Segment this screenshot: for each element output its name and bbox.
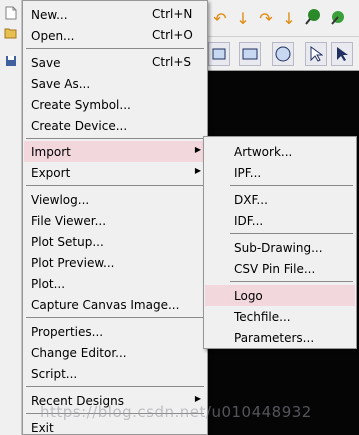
menu-item-label: File Viewer... bbox=[31, 213, 107, 228]
menu-item-label: Save bbox=[31, 55, 61, 70]
pushpin-icon[interactable] bbox=[302, 8, 324, 31]
menu-item-label: Capture Canvas Image... bbox=[31, 297, 180, 312]
import-submenu: Artwork... IPF... DXF... IDF... Sub-Draw… bbox=[203, 136, 357, 349]
menu-item-save-as[interactable]: Save As... bbox=[24, 73, 206, 94]
submenu-item-sub-drawing[interactable]: Sub-Drawing... bbox=[205, 237, 355, 258]
select-arrow-icon[interactable] bbox=[305, 42, 327, 66]
rectangle-icon[interactable] bbox=[239, 42, 261, 66]
pushpin-icon[interactable] bbox=[327, 8, 349, 31]
menu-item-viewlog[interactable]: Viewlog... bbox=[24, 189, 206, 210]
menu-item-plot-setup[interactable]: Plot Setup... bbox=[24, 231, 206, 252]
menu-item-label: Techfile... bbox=[234, 309, 291, 324]
menu-item-label: Properties... bbox=[31, 324, 104, 339]
menu-item-label: Export bbox=[31, 165, 71, 180]
submenu-item-csv-pin-file[interactable]: CSV Pin File... bbox=[205, 258, 355, 279]
menu-item-label: Exit bbox=[31, 420, 54, 435]
menu-item-properties[interactable]: Properties... bbox=[24, 321, 206, 342]
menu-separator bbox=[230, 233, 353, 234]
menu-item-create-device[interactable]: Create Device... bbox=[24, 115, 206, 136]
menu-item-label: IPF... bbox=[234, 165, 262, 180]
menu-separator bbox=[26, 317, 204, 318]
menu-separator bbox=[26, 185, 204, 186]
menu-item-label: Script... bbox=[31, 366, 78, 381]
menu-separator bbox=[26, 48, 204, 49]
menu-item-shortcut: Ctrl+O bbox=[152, 28, 193, 42]
menu-item-label: Viewlog... bbox=[31, 192, 90, 207]
menu-item-script[interactable]: Script... bbox=[24, 363, 206, 384]
submenu-item-techfile[interactable]: Techfile... bbox=[205, 306, 355, 327]
menu-item-label: Open... bbox=[31, 28, 75, 43]
menu-separator bbox=[230, 281, 353, 282]
submenu-item-parameters[interactable]: Parameters... bbox=[205, 327, 355, 348]
menu-item-plot-preview[interactable]: Plot Preview... bbox=[24, 252, 206, 273]
menu-item-file-viewer[interactable]: File Viewer... bbox=[24, 210, 206, 231]
submenu-item-ipf[interactable]: IPF... bbox=[205, 162, 355, 183]
menu-item-label: Recent Designs bbox=[31, 393, 124, 408]
menu-item-import[interactable]: Import ▶ bbox=[24, 141, 206, 162]
undo-icon[interactable]: ↶ bbox=[209, 9, 231, 29]
submenu-item-logo[interactable]: Logo bbox=[205, 285, 355, 306]
menu-item-label: Artwork... bbox=[234, 144, 293, 159]
menu-item-label: Create Symbol... bbox=[31, 97, 131, 112]
menu-item-create-symbol[interactable]: Create Symbol... bbox=[24, 94, 206, 115]
submenu-arrow-icon: ▶ bbox=[194, 166, 201, 175]
menu-item-open[interactable]: Open... Ctrl+O bbox=[24, 25, 206, 46]
down-arrow-icon[interactable]: ↓ bbox=[232, 9, 254, 29]
redo-icon[interactable]: ↷ bbox=[255, 9, 277, 29]
menu-separator bbox=[230, 185, 353, 186]
menu-item-save[interactable]: Save Ctrl+S bbox=[24, 52, 206, 73]
menu-item-label: Create Device... bbox=[31, 118, 128, 133]
main-toolbar: ↶ ↓ ↷ ↓ bbox=[205, 0, 359, 37]
menu-separator bbox=[26, 138, 204, 139]
rectangle-icon[interactable] bbox=[208, 42, 230, 66]
new-file-icon[interactable] bbox=[4, 6, 18, 20]
menu-separator bbox=[26, 386, 204, 387]
menu-item-label: Plot... bbox=[31, 276, 66, 291]
menu-item-exit[interactable]: Exit bbox=[24, 417, 206, 435]
menu-item-shortcut: Ctrl+N bbox=[152, 7, 193, 21]
submenu-item-idf[interactable]: IDF... bbox=[205, 210, 355, 231]
menu-item-label: DXF... bbox=[234, 192, 268, 207]
menu-item-recent-designs[interactable]: Recent Designs ▶ bbox=[24, 390, 206, 411]
save-icon[interactable] bbox=[4, 54, 18, 68]
menu-item-label: Logo bbox=[234, 288, 263, 303]
submenu-arrow-icon: ▶ bbox=[194, 394, 201, 403]
menu-item-label: Sub-Drawing... bbox=[234, 240, 323, 255]
file-menu: New... Ctrl+N Open... Ctrl+O Save Ctrl+S… bbox=[22, 0, 208, 435]
menu-item-label: Import bbox=[31, 144, 71, 159]
circle-icon[interactable] bbox=[272, 42, 294, 66]
menu-item-change-editor[interactable]: Change Editor... bbox=[24, 342, 206, 363]
app-left-toolbar bbox=[0, 0, 22, 435]
menu-item-plot[interactable]: Plot... bbox=[24, 273, 206, 294]
submenu-item-artwork[interactable]: Artwork... bbox=[205, 141, 355, 162]
open-folder-icon[interactable] bbox=[4, 26, 18, 40]
menu-item-label: Parameters... bbox=[234, 330, 315, 345]
menu-item-export[interactable]: Export ▶ bbox=[24, 162, 206, 183]
menu-item-label: New... bbox=[31, 7, 68, 22]
menu-item-label: Plot Preview... bbox=[31, 255, 115, 270]
submenu-arrow-icon: ▶ bbox=[194, 145, 201, 154]
submenu-item-dxf[interactable]: DXF... bbox=[205, 189, 355, 210]
menu-item-capture-canvas-image[interactable]: Capture Canvas Image... bbox=[24, 294, 206, 315]
menu-item-new[interactable]: New... Ctrl+N bbox=[24, 4, 206, 25]
menu-item-label: Change Editor... bbox=[31, 345, 127, 360]
shape-toolbar bbox=[205, 37, 359, 71]
menu-separator bbox=[26, 413, 204, 414]
select-arrow-icon[interactable] bbox=[331, 42, 353, 66]
menu-item-label: CSV Pin File... bbox=[234, 261, 316, 276]
menu-item-shortcut: Ctrl+S bbox=[152, 55, 192, 69]
menu-item-label: IDF... bbox=[234, 213, 264, 228]
menu-item-label: Save As... bbox=[31, 76, 91, 91]
menu-item-label: Plot Setup... bbox=[31, 234, 104, 249]
down-arrow-icon[interactable]: ↓ bbox=[278, 9, 300, 29]
